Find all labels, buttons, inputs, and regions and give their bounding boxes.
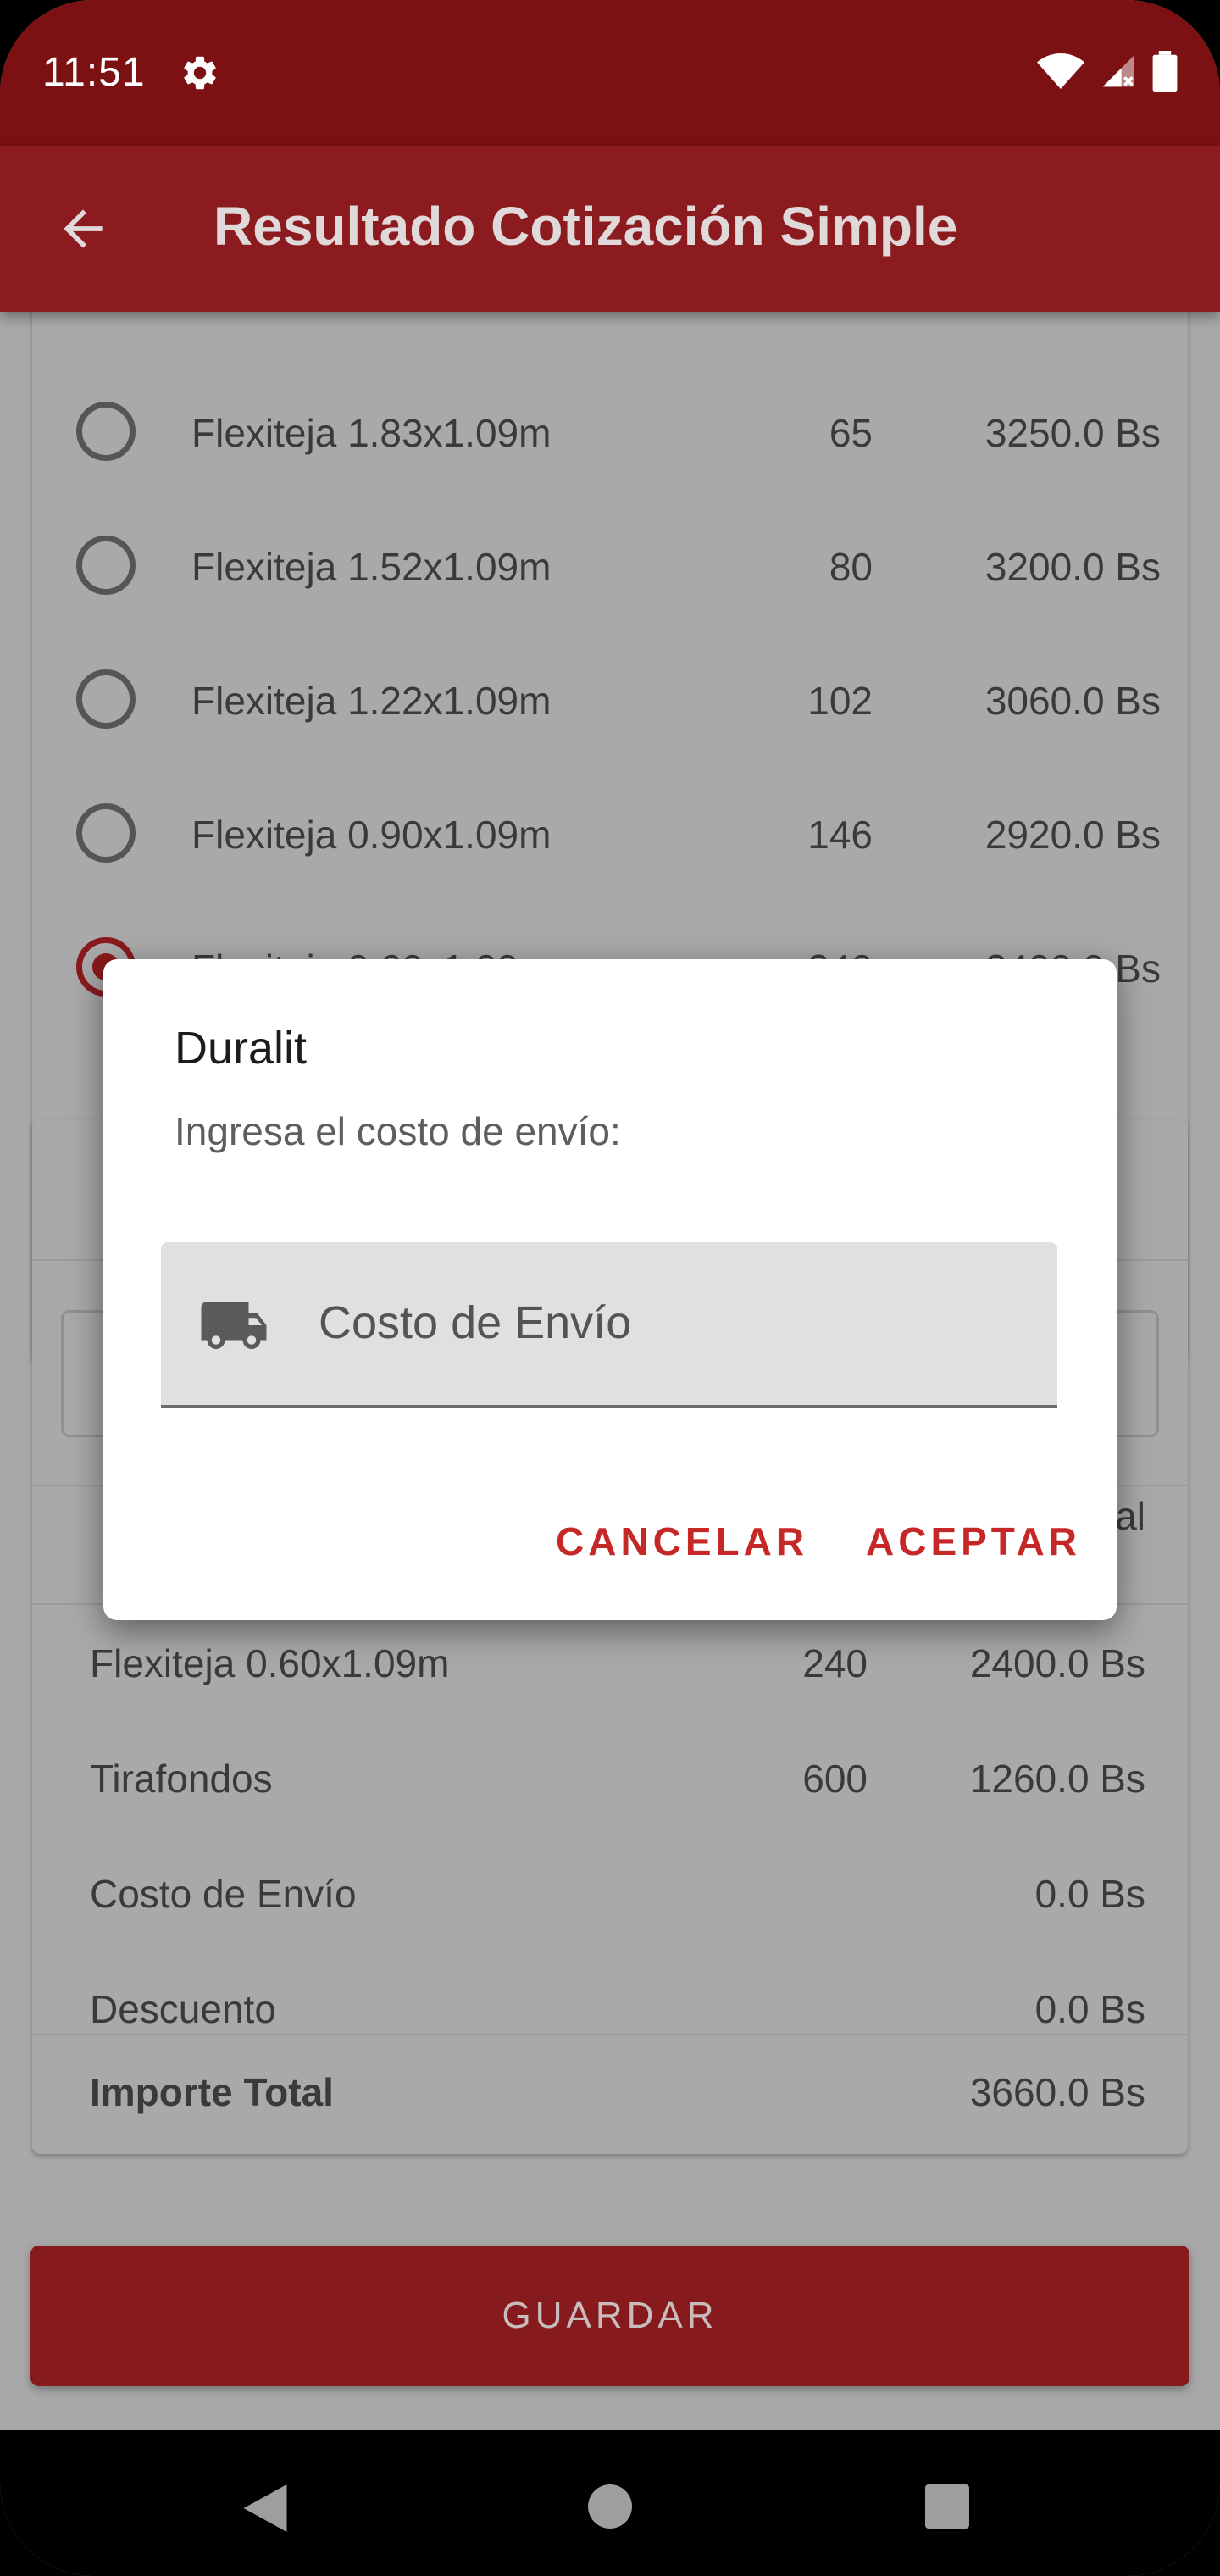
dialog-message: Ingresa el costo de envío: [175, 1109, 621, 1153]
radio-button[interactable] [76, 402, 136, 461]
truck-icon [201, 1302, 267, 1349]
summary-item-qty: 600 [802, 1757, 868, 1801]
back-arrow-icon[interactable] [54, 200, 112, 258]
shipping-cost-placeholder: Costo de Envío [319, 1297, 632, 1348]
option-row[interactable]: Flexiteja 1.52x1.09m 80 3200.0 Bs [32, 502, 1188, 629]
summary-item-name: Descuento [90, 1987, 276, 2031]
nav-recents-icon[interactable] [925, 2484, 969, 2529]
summary-row: Costo de Envío 0.0 Bs [32, 1837, 1188, 1952]
settings-gear-icon [184, 56, 216, 90]
navigation-bar [0, 2430, 1220, 2576]
option-row[interactable]: Flexiteja 1.22x1.09m 102 3060.0 Bs [32, 636, 1188, 763]
accept-button[interactable]: ACEPTAR [866, 1518, 1081, 1564]
summary-item-value: 1260.0 Bs [969, 1757, 1145, 1801]
option-price: 3200.0 Bs [984, 545, 1161, 589]
wifi-icon [1037, 53, 1084, 89]
total-value: 3660.0 Bs [969, 2070, 1145, 2114]
cancel-button[interactable]: CANCELAR [556, 1518, 808, 1564]
summary-row: Flexiteja 0.60x1.09m 240 2400.0 Bs [32, 1607, 1188, 1722]
option-name: Flexiteja 1.83x1.09m [191, 411, 552, 455]
summary-item-name: Tirafondos [90, 1757, 273, 1801]
summary-item-name: Flexiteja 0.60x1.09m [90, 1641, 450, 1685]
radio-button[interactable] [76, 536, 136, 595]
option-qty: 146 [807, 813, 873, 857]
option-qty: 102 [807, 679, 873, 723]
total-label: Importe Total [90, 2070, 334, 2114]
cell-signal-icon [1102, 55, 1134, 87]
save-button[interactable]: GUARDAR [30, 2246, 1190, 2386]
option-row[interactable]: Flexiteja 1.83x1.09m 65 3250.0 Bs [32, 368, 1188, 495]
status-icons [1037, 51, 1178, 92]
option-qty: 65 [829, 411, 873, 455]
page-title: Resultado Cotización Simple [214, 196, 958, 257]
total-row: Importe Total 3660.0 Bs [32, 2035, 1188, 2151]
summary-item-name: Costo de Envío [90, 1872, 357, 1916]
option-name: Flexiteja 1.52x1.09m [191, 545, 552, 589]
nav-back-icon[interactable] [242, 2484, 288, 2532]
summary-item-value: 2400.0 Bs [969, 1641, 1145, 1685]
shipping-cost-input[interactable]: Costo de Envío [161, 1242, 1057, 1408]
shipping-cost-dialog: Duralit Ingresa el costo de envío: Costo… [103, 959, 1117, 1620]
summary-item-qty: 240 [802, 1641, 868, 1685]
option-name: Flexiteja 1.22x1.09m [191, 679, 552, 723]
status-bar: 11:51 [0, 0, 1220, 146]
nav-home-icon[interactable] [588, 2484, 632, 2529]
status-time: 11:51 [42, 50, 146, 95]
column-header-total: al [1115, 1494, 1145, 1538]
summary-item-value: 0.0 Bs [1034, 1872, 1145, 1916]
battery-icon [1152, 51, 1178, 92]
summary-row: Tirafondos 600 1260.0 Bs [32, 1722, 1188, 1837]
option-price: 3250.0 Bs [984, 411, 1161, 455]
option-name: Flexiteja 0.90x1.09m [191, 813, 552, 857]
app-bar: Resultado Cotización Simple [0, 146, 1220, 312]
option-qty: 80 [829, 545, 873, 589]
radio-button[interactable] [76, 669, 136, 729]
option-price: 3060.0 Bs [984, 679, 1161, 723]
radio-button[interactable] [76, 803, 136, 863]
summary-item-value: 0.0 Bs [1034, 1987, 1145, 2031]
option-row[interactable]: Flexiteja 0.90x1.09m 146 2920.0 Bs [32, 769, 1188, 897]
phone-screen: 11:51 Resultado Cotización Simple Flexit… [0, 0, 1220, 2576]
option-price: 2920.0 Bs [984, 813, 1161, 857]
dialog-title: Duralit [175, 1023, 308, 1074]
